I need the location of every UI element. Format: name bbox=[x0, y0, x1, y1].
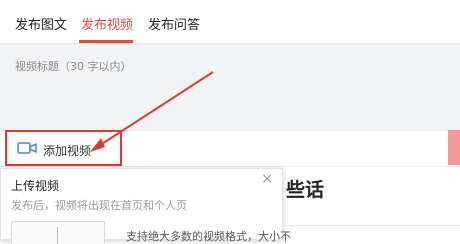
video-title-input[interactable]: 视频标题（30 字以内） bbox=[15, 58, 132, 74]
active-tab-indicator bbox=[79, 40, 133, 43]
tab-publish-article[interactable]: 发布图文 bbox=[15, 18, 67, 34]
side-accent-block bbox=[448, 130, 460, 165]
popup-title: 上传视频 bbox=[11, 179, 60, 193]
upload-video-popup: 上传视频 × 发布后，视频将出现在首页和个人页 支持绝大多数的视频格式，大小不 bbox=[0, 168, 291, 244]
background-heading: 些话 bbox=[286, 179, 325, 201]
publish-tabs: 发布图文 发布视频 发布问答 bbox=[0, 0, 460, 44]
plus-icon bbox=[57, 227, 58, 244]
upload-dropzone[interactable] bbox=[11, 221, 105, 244]
video-camera-icon bbox=[17, 142, 37, 154]
divider bbox=[284, 225, 460, 226]
format-hint: 支持绝大多数的视频格式，大小不 bbox=[126, 230, 291, 243]
popup-description: 发布后，视频将出现在首页和个人页 bbox=[11, 199, 187, 212]
video-title-area[interactable]: 视频标题（30 字以内） bbox=[0, 44, 460, 130]
close-icon[interactable]: × bbox=[261, 171, 273, 187]
add-video-button[interactable]: 添加视频 bbox=[5, 130, 122, 166]
add-video-label: 添加视频 bbox=[43, 144, 92, 158]
tab-publish-qa[interactable]: 发布问答 bbox=[148, 18, 200, 34]
tab-publish-video[interactable]: 发布视频 bbox=[81, 18, 133, 34]
